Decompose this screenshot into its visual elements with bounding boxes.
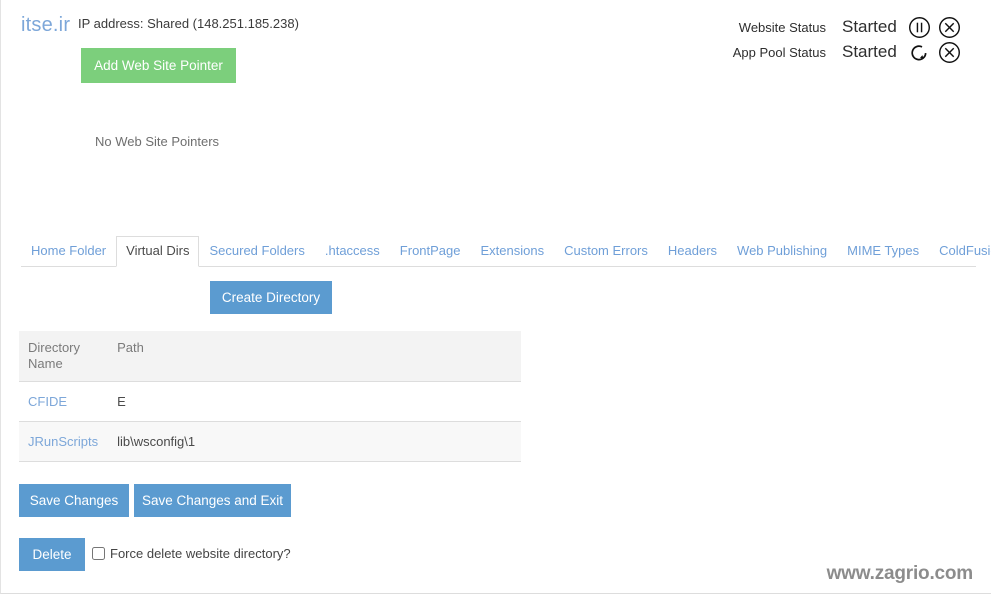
create-directory-button[interactable]: Create Directory (210, 281, 332, 314)
tab-list: Home Folder Virtual Dirs Secured Folders .h… (21, 236, 991, 267)
ip-address-text: IP address: Shared (148.251.185.238) (78, 16, 299, 31)
directory-name-cell: JRunScripts (19, 421, 109, 462)
tab-frontpage[interactable]: FrontPage (390, 236, 471, 267)
directory-path-cell: lib\wsconfig\1 (108, 421, 521, 462)
tab-secured-folders[interactable]: Secured Folders (199, 236, 314, 267)
table-header-row: Directory Name Path (19, 331, 521, 382)
directory-name-link[interactable]: CFIDE (28, 394, 67, 409)
tab-web-publishing[interactable]: Web Publishing (727, 236, 837, 267)
restart-arrow-icon[interactable] (908, 41, 931, 64)
app-pool-status-actions (908, 41, 961, 64)
page-container: itse.ir IP address: Shared (148.251.185.… (0, 0, 991, 594)
table-body: CFIDE E JRunScripts lib\wsconfig\1 (19, 381, 521, 462)
table-header: Directory Name Path (19, 331, 521, 382)
delete-button[interactable]: Delete (19, 538, 85, 571)
website-status-value: Started (842, 17, 897, 36)
watermark: www.zagrio.com (826, 563, 974, 584)
column-header-directory-name: Directory Name (19, 331, 109, 382)
force-delete-label[interactable]: Force delete website directory? (110, 546, 291, 561)
app-pool-status-value: Started (842, 42, 897, 61)
table-row: CFIDE E (19, 381, 521, 422)
add-web-site-pointer-button[interactable]: Add Web Site Pointer (81, 48, 236, 83)
tab-coldfusion[interactable]: ColdFusion (929, 236, 991, 267)
force-delete-group: Force delete website directory? (92, 546, 291, 561)
directory-path-cell: E (108, 381, 521, 422)
tab-htaccess[interactable]: .htaccess (315, 236, 390, 267)
tab-bar: Home Folder Virtual Dirs Secured Folders .h… (21, 236, 991, 267)
save-changes-button[interactable]: Save Changes (19, 484, 129, 517)
directory-name-cell: CFIDE (19, 381, 109, 422)
pause-circle-icon[interactable] (908, 16, 931, 39)
tab-custom-errors[interactable]: Custom Errors (554, 236, 658, 267)
app-pool-status-row: App Pool Status Started (714, 39, 974, 65)
page-header: itse.ir IP address: Shared (148.251.185.… (1, 0, 991, 149)
app-pool-status-label: App Pool Status (732, 44, 826, 60)
status-block: Website Status Started App Pool Status S… (714, 12, 974, 68)
save-changes-and-exit-button[interactable]: Save Changes and Exit (134, 484, 291, 517)
tab-virtual-dirs[interactable]: Virtual Dirs (116, 236, 200, 267)
page-title: itse.ir (21, 14, 71, 36)
tab-home-folder[interactable]: Home Folder (21, 236, 116, 267)
table-row: JRunScripts lib\wsconfig\1 (19, 421, 521, 462)
x-circle-icon[interactable] (938, 41, 961, 64)
website-status-actions (908, 16, 961, 39)
no-web-site-pointers-message: No Web Site Pointers (95, 134, 220, 149)
tab-mime-types[interactable]: MIME Types (837, 236, 929, 267)
virtual-directories-table: Directory Name Path CFIDE E JRunScripts lib… (19, 331, 521, 462)
directory-name-link[interactable]: JRunScripts (28, 434, 98, 449)
tab-headers[interactable]: Headers (658, 236, 727, 267)
website-status-row: Website Status Started (714, 14, 974, 40)
tab-extensions[interactable]: Extensions (471, 236, 555, 267)
column-header-path: Path (108, 331, 521, 382)
force-delete-checkbox[interactable] (92, 547, 105, 560)
website-status-label: Website Status (738, 19, 826, 35)
x-circle-icon[interactable] (938, 16, 961, 39)
